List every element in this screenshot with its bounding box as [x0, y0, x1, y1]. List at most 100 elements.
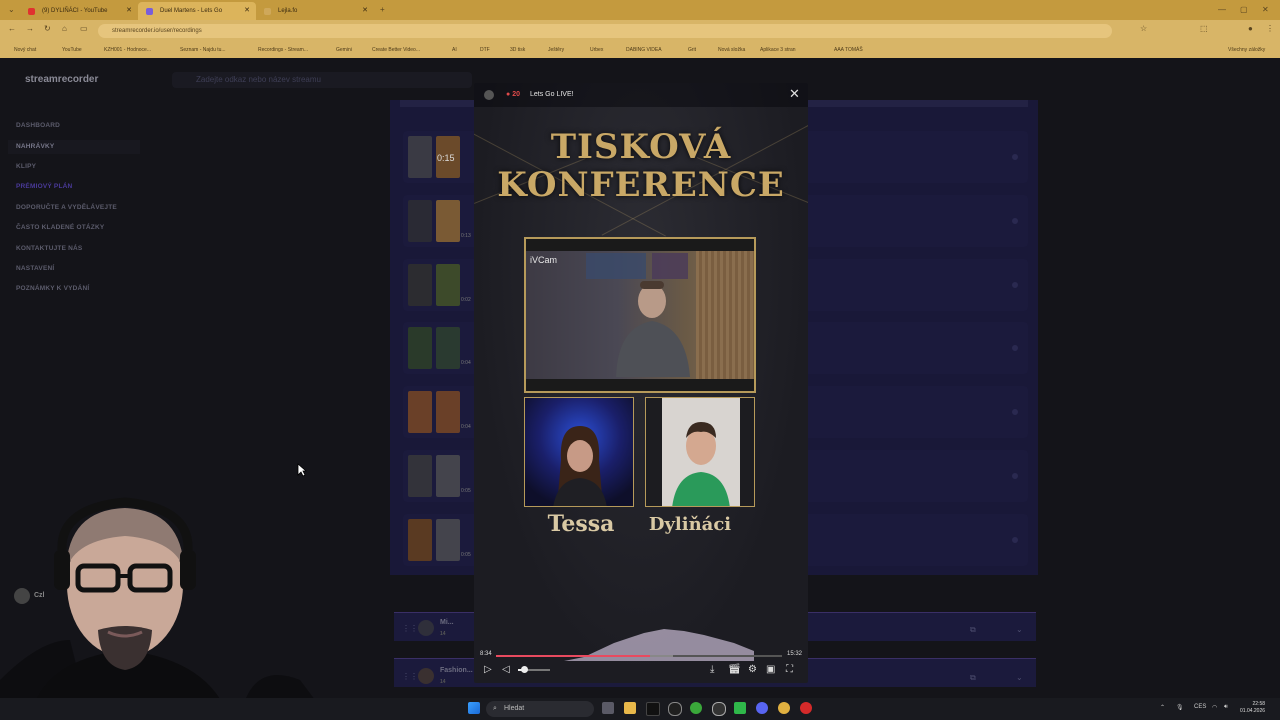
taskbar-search[interactable]: ⌕ Hledat: [486, 701, 594, 717]
sidebar-item-faq[interactable]: ČASTO KLADENÉ OTÁZKY: [16, 224, 104, 231]
bookmark-item[interactable]: Seznam - Najdu tu...: [180, 42, 226, 58]
drag-handle-icon[interactable]: ⋮⋮: [402, 672, 418, 681]
microphone-icon[interactable]: 🎙︎: [1176, 704, 1184, 711]
language-indicator[interactable]: CES: [1194, 704, 1206, 710]
volume-icon[interactable]: ◁: [502, 664, 510, 675]
bookmark-item[interactable]: AI: [452, 42, 457, 58]
close-tab-icon[interactable]: ✕: [244, 2, 250, 20]
row-menu-icon[interactable]: [1012, 409, 1018, 415]
maximize-icon[interactable]: ▢: [1240, 5, 1248, 14]
bookmark-star-icon[interactable]: ☆: [1140, 24, 1147, 33]
browser-tab-youtube[interactable]: (9) DYLIŇÁCI - YouTube ✕: [20, 2, 138, 20]
url-field[interactable]: streamrecorder.io/user/recordings: [98, 24, 1112, 38]
browser-tab-streamrecorder[interactable]: Duel Martens - Lets Go ✕: [138, 2, 256, 20]
bookmark-item[interactable]: 3D tisk: [510, 42, 525, 58]
bookmark-item[interactable]: DABING VIDEA: [626, 42, 662, 58]
stream-search-input[interactable]: Zadejte odkaz nebo název streamu: [172, 72, 472, 88]
recording-thumbnail[interactable]: [436, 519, 460, 561]
browser-tab-lejla[interactable]: Lejla.fo ✕: [256, 2, 374, 20]
settings-gear-icon[interactable]: ⚙: [748, 664, 757, 675]
discord-icon[interactable]: [756, 702, 768, 714]
bookmark-item[interactable]: DTF: [480, 42, 490, 58]
bookmark-item[interactable]: KZH001 - Hodnoce...: [104, 42, 151, 58]
sidebar-item-nastaveni[interactable]: NASTAVENÍ: [16, 265, 54, 272]
play-icon[interactable]: ▷: [484, 664, 492, 675]
new-tab-icon[interactable]: +: [380, 5, 385, 14]
sidebar-item-doporucte[interactable]: DOPORUČTE A VYDĚLÁVEJTE: [16, 204, 117, 211]
recording-thumbnail[interactable]: [436, 200, 460, 242]
bookmark-item[interactable]: Ještěry: [548, 42, 564, 58]
external-link-icon[interactable]: ⧉: [970, 625, 976, 635]
bookmark-item[interactable]: Aplikace 3 stran: [760, 42, 796, 58]
sidebar-item-dashboard[interactable]: DASHBOARD: [16, 122, 60, 129]
tray-chevron-icon[interactable]: ⌃: [1160, 704, 1165, 711]
recording-thumbnail[interactable]: [408, 327, 432, 369]
chrome-icon[interactable]: [778, 702, 790, 714]
clip-icon[interactable]: 🎬︎: [728, 664, 741, 675]
task-view-icon[interactable]: [602, 702, 614, 714]
tiktok-icon[interactable]: [646, 702, 660, 716]
volume-tray-icon[interactable]: 🔊︎: [1224, 704, 1228, 711]
progress-fill[interactable]: [496, 655, 651, 657]
close-icon[interactable]: ✕: [789, 86, 800, 102]
row-menu-icon[interactable]: [1012, 154, 1018, 160]
bookmark-item[interactable]: Urbex: [590, 42, 603, 58]
row-menu-icon[interactable]: [1012, 537, 1018, 543]
sidebar-item-klipy[interactable]: KLIPY: [16, 163, 36, 170]
recording-thumbnail[interactable]: [408, 455, 432, 497]
recording-thumbnail[interactable]: [408, 136, 432, 178]
row-menu-icon[interactable]: [1012, 282, 1018, 288]
recording-thumbnail[interactable]: [436, 391, 460, 433]
sidebar-toggle-icon[interactable]: ▭: [80, 24, 88, 33]
row-menu-icon[interactable]: [1012, 473, 1018, 479]
sidebar-item-kontakt[interactable]: KONTAKTUJTE NÁS: [16, 245, 82, 252]
bookmark-item[interactable]: Gemini: [336, 42, 352, 58]
sidebar-item-premium[interactable]: PRÉMIOVÝ PLÁN: [16, 183, 72, 190]
volume-knob[interactable]: [520, 666, 528, 673]
opera-icon[interactable]: [800, 702, 812, 714]
minimize-icon[interactable]: —: [1218, 5, 1226, 14]
chevron-down-icon[interactable]: ⌄: [1016, 673, 1023, 682]
download-icon[interactable]: ⤓: [710, 664, 714, 675]
chatgpt-icon[interactable]: [668, 702, 682, 716]
recording-thumbnail[interactable]: [408, 264, 432, 306]
sidebar-item-poznamky[interactable]: POZNÁMKY K VYDÁNÍ: [16, 285, 89, 292]
extensions-icon[interactable]: ⬚: [1200, 24, 1208, 33]
wifi-icon[interactable]: ◠: [1212, 704, 1217, 711]
xbox-icon[interactable]: [690, 702, 702, 714]
bookmark-item[interactable]: Všechny záložky: [1228, 42, 1265, 58]
back-icon[interactable]: ←: [8, 24, 16, 33]
media-player-icon[interactable]: [734, 702, 746, 714]
reload-icon[interactable]: ↻: [44, 24, 51, 33]
fullscreen-icon[interactable]: ⛶: [786, 664, 793, 675]
recording-thumbnail[interactable]: [436, 264, 460, 306]
recording-thumbnail[interactable]: [408, 391, 432, 433]
recording-thumbnail[interactable]: [436, 327, 460, 369]
bookmark-item[interactable]: Create Better Video...: [372, 42, 420, 58]
picture-in-picture-icon[interactable]: ▣: [766, 664, 775, 675]
bookmark-item[interactable]: YouTube: [62, 42, 82, 58]
recording-thumbnail[interactable]: [436, 455, 460, 497]
bookmark-item[interactable]: Recordings - Stream...: [258, 42, 308, 58]
row-menu-icon[interactable]: [1012, 345, 1018, 351]
row-menu-icon[interactable]: [1012, 218, 1018, 224]
drag-handle-icon[interactable]: ⋮⋮: [402, 624, 418, 633]
sidebar-item-nahravky[interactable]: NAHRÁVKY: [16, 143, 54, 150]
tab-search-icon[interactable]: ⌄: [8, 5, 15, 14]
home-icon[interactable]: ⌂: [62, 24, 67, 33]
profile-icon[interactable]: ●: [1248, 24, 1253, 33]
recording-thumbnail[interactable]: [408, 200, 432, 242]
start-icon[interactable]: [468, 702, 480, 714]
bookmark-item[interactable]: Grit: [688, 42, 696, 58]
obs-icon[interactable]: [712, 702, 726, 716]
close-tab-icon[interactable]: ✕: [126, 2, 132, 20]
close-window-icon[interactable]: ✕: [1262, 5, 1269, 14]
recording-thumbnail[interactable]: [408, 519, 432, 561]
menu-dots-icon[interactable]: ⋮: [1266, 24, 1274, 33]
bookmark-item[interactable]: Nová složka: [718, 42, 745, 58]
external-link-icon[interactable]: ⧉: [970, 673, 976, 683]
app-logo[interactable]: streamrecorder: [25, 74, 98, 85]
forward-icon[interactable]: →: [26, 24, 34, 33]
bookmark-item[interactable]: Nový chat: [14, 42, 36, 58]
file-explorer-icon[interactable]: [624, 702, 636, 714]
